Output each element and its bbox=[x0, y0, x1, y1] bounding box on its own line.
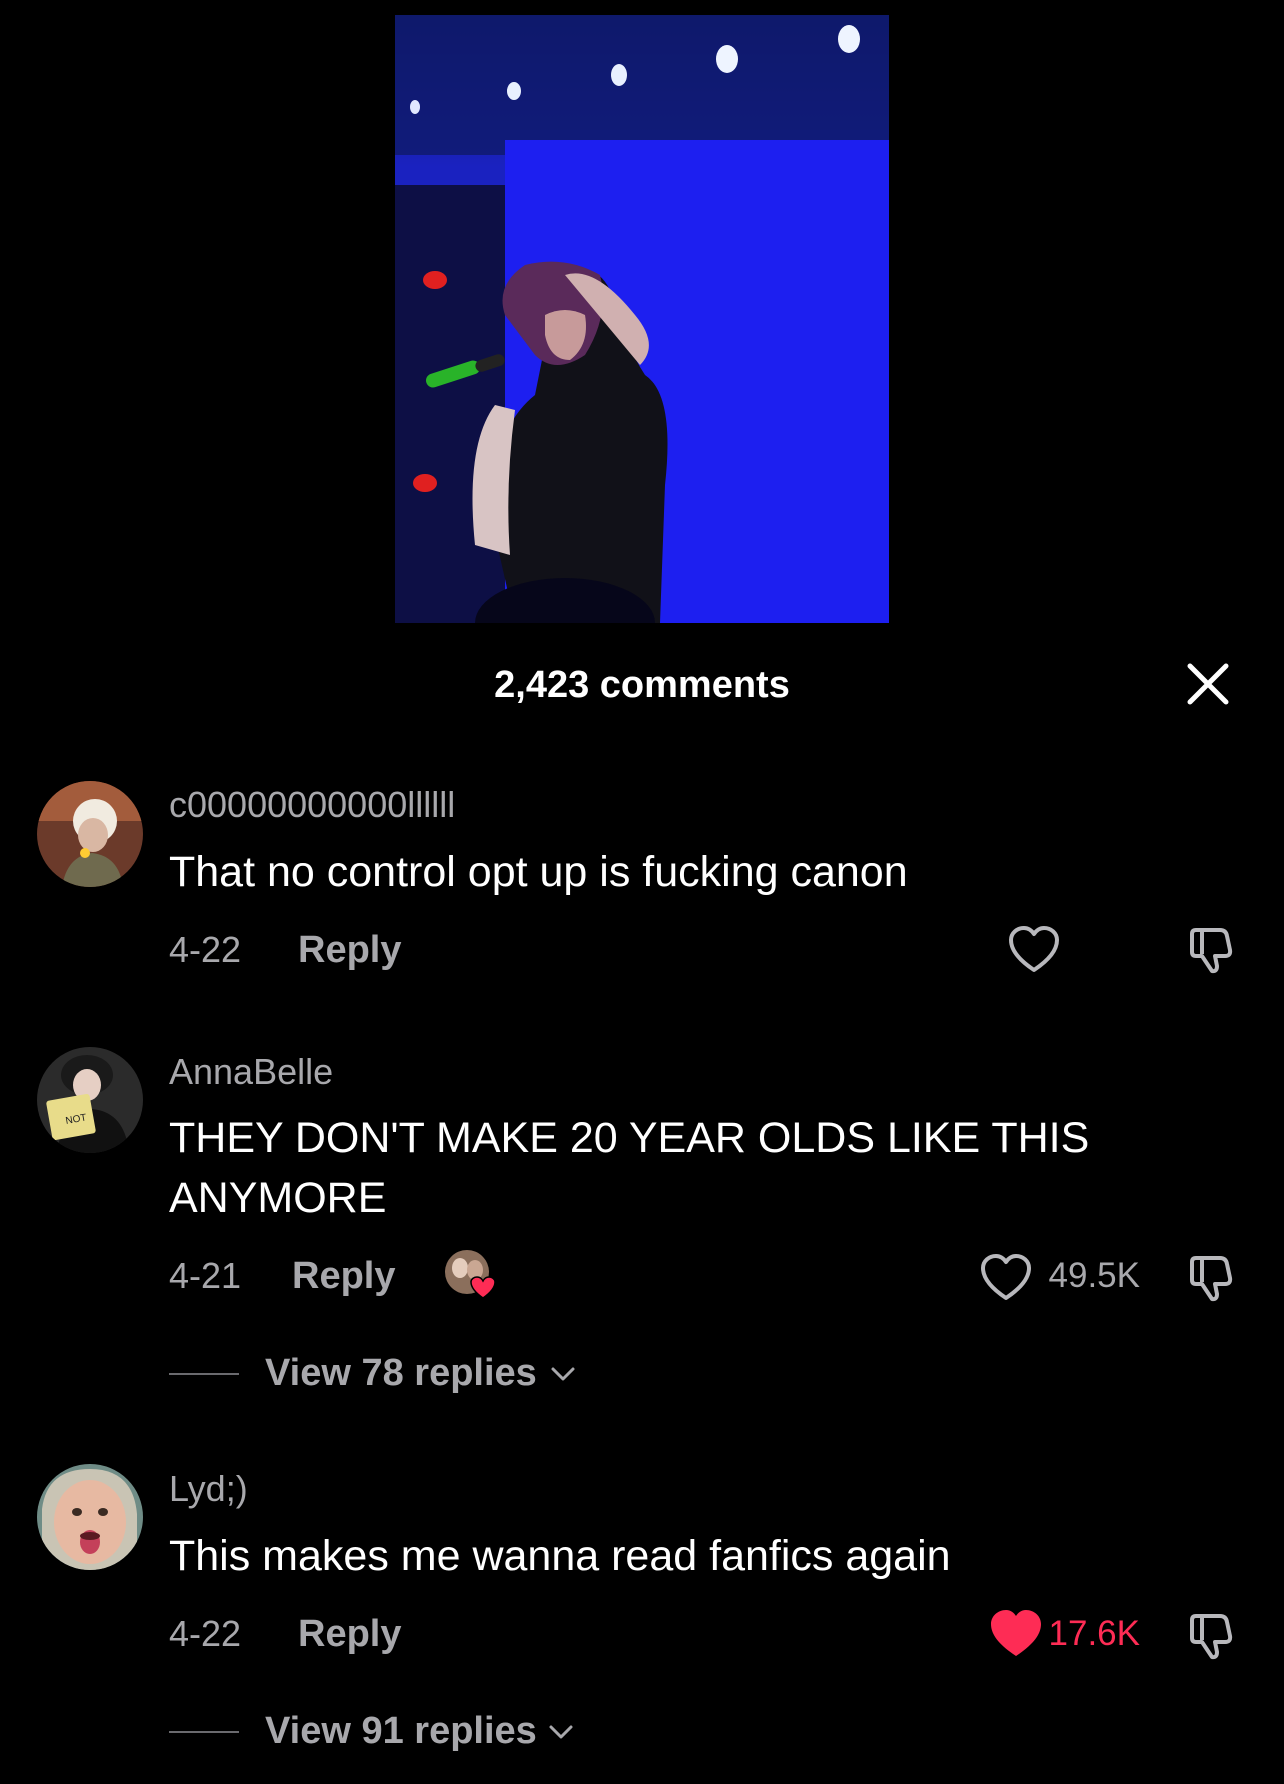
view-replies-button[interactable]: View 91 replies bbox=[169, 1709, 589, 1753]
like-button[interactable] bbox=[1006, 924, 1062, 976]
dislike-icon bbox=[1190, 1256, 1233, 1302]
comment-text: THEY DON'T MAKE 20 YEAR OLDS LIKE THIS A… bbox=[169, 1114, 1090, 1222]
divider-line bbox=[169, 1731, 239, 1733]
concert-image bbox=[395, 15, 889, 623]
comment-username[interactable]: Lyd;) bbox=[169, 1467, 248, 1511]
reply-button[interactable]: Reply bbox=[298, 928, 401, 972]
comment-username[interactable]: AnnaBelle bbox=[169, 1050, 333, 1094]
avatar[interactable] bbox=[37, 1464, 143, 1570]
heart-icon bbox=[1009, 926, 1059, 972]
like-count: 49.5K bbox=[1048, 1256, 1140, 1295]
comment-text: This makes me wanna read fanfics again bbox=[169, 1532, 951, 1580]
comment-username[interactable]: c00000000000llllll bbox=[169, 783, 455, 827]
dislike-button[interactable] bbox=[1186, 1250, 1240, 1304]
chevron-down-icon bbox=[549, 1725, 573, 1739]
dislike-button[interactable] bbox=[1186, 1608, 1240, 1662]
dislike-button[interactable] bbox=[1186, 922, 1240, 976]
heart-filled-icon bbox=[991, 1610, 1041, 1656]
like-button[interactable] bbox=[988, 1608, 1044, 1660]
comments-count: 2,423 comments bbox=[494, 664, 790, 706]
close-button[interactable] bbox=[1182, 658, 1234, 710]
dislike-icon bbox=[1190, 1614, 1233, 1660]
like-button[interactable] bbox=[978, 1252, 1034, 1304]
view-replies-label: View 78 replies bbox=[265, 1352, 537, 1394]
comment-date: 4-22 bbox=[169, 929, 242, 970]
comment-text: That no control opt up is fucking canon bbox=[169, 848, 908, 896]
reply-button[interactable]: Reply bbox=[292, 1254, 395, 1298]
video-thumbnail[interactable] bbox=[395, 15, 889, 623]
close-icon bbox=[1187, 663, 1229, 705]
view-replies-button[interactable]: View 78 replies bbox=[169, 1351, 589, 1395]
divider-line bbox=[169, 1373, 239, 1375]
heart-icon bbox=[981, 1254, 1031, 1300]
comment-date: 4-21 bbox=[169, 1255, 242, 1296]
like-count: 17.6K bbox=[1048, 1614, 1140, 1653]
view-replies-label: View 91 replies bbox=[265, 1710, 537, 1752]
comment-date: 4-22 bbox=[169, 1613, 242, 1654]
dislike-icon bbox=[1190, 928, 1233, 974]
chevron-down-icon bbox=[551, 1367, 575, 1381]
avatar[interactable] bbox=[37, 781, 143, 887]
reply-button[interactable]: Reply bbox=[298, 1612, 401, 1656]
creator-liked-badge bbox=[443, 1248, 497, 1302]
avatar[interactable]: NOT bbox=[37, 1047, 143, 1153]
